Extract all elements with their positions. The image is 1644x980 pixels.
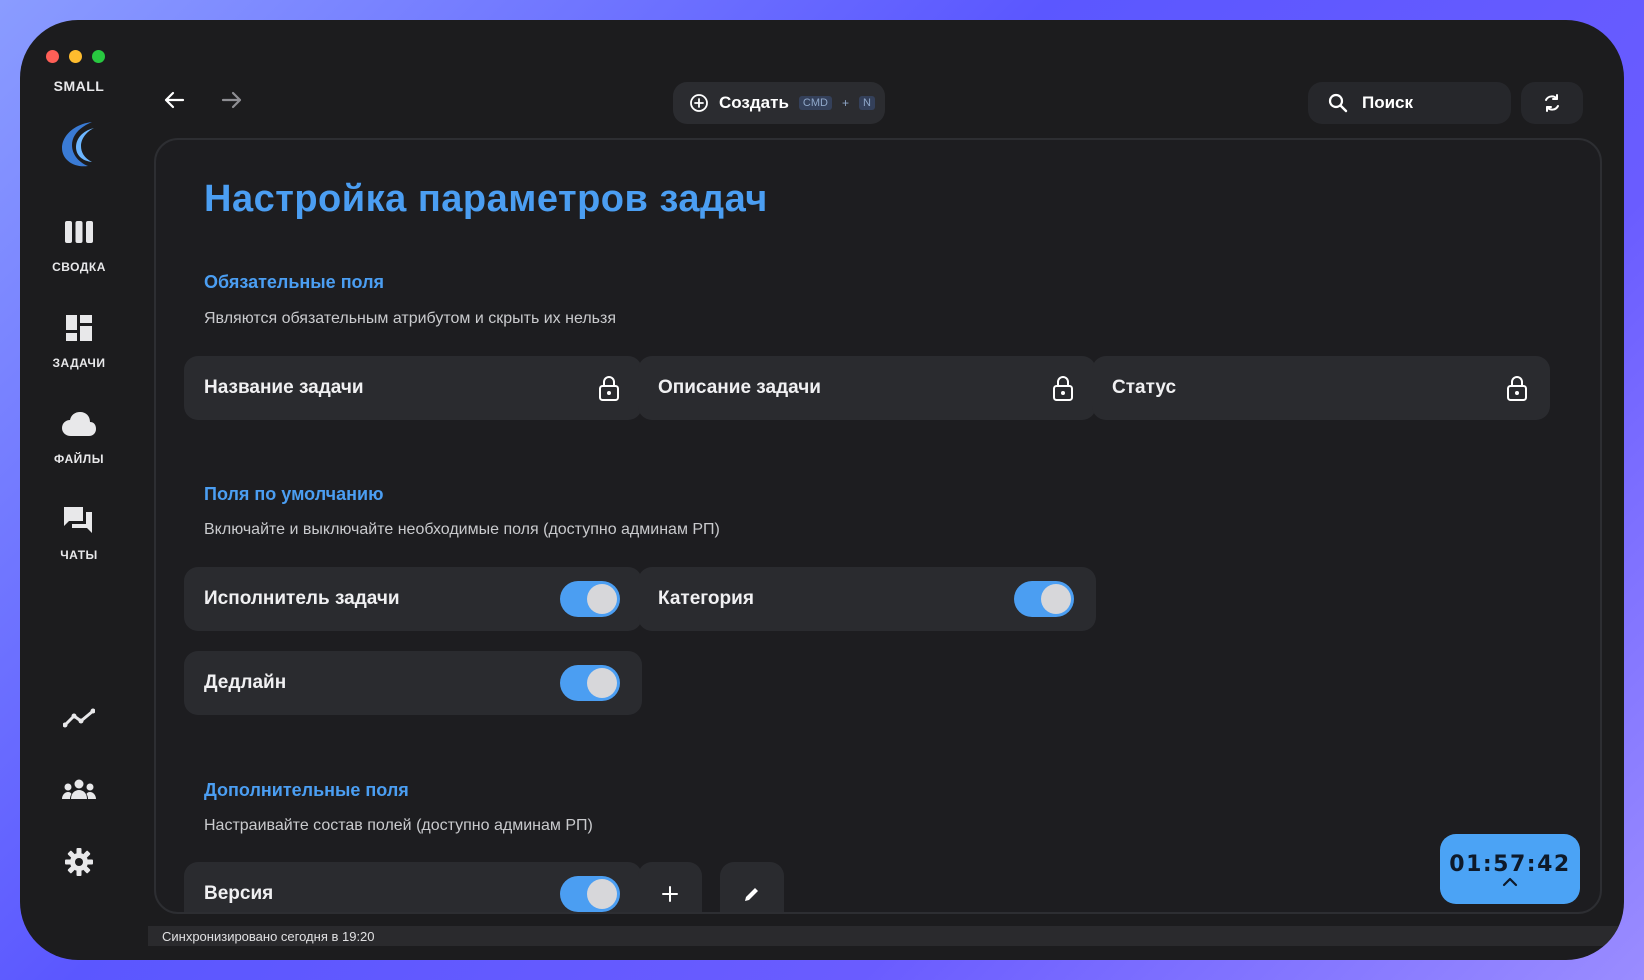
shortcut-cmd: CMD bbox=[798, 96, 832, 110]
arrow-left-icon bbox=[164, 91, 185, 109]
forward-button[interactable] bbox=[218, 86, 246, 114]
create-label: Создать bbox=[719, 93, 789, 112]
lock-icon bbox=[1507, 376, 1527, 401]
cloud-icon bbox=[20, 406, 138, 442]
status-bar: Синхронизировано сегодня в 19:20 bbox=[148, 926, 1624, 946]
required-field-card: Статус bbox=[1092, 356, 1550, 420]
sidebar-item-tasks[interactable]: ЗАДАЧИ bbox=[20, 310, 138, 370]
field-label: Название задачи bbox=[204, 377, 364, 398]
field-label: Описание задачи bbox=[658, 377, 821, 398]
field-toggle[interactable] bbox=[560, 581, 620, 617]
default-fields-title: Поля по умолчанию bbox=[204, 484, 384, 504]
extra-field-card: Версия bbox=[184, 862, 642, 912]
lock-icon bbox=[1053, 376, 1073, 401]
required-fields-title: Обязательные поля bbox=[204, 272, 385, 292]
required-field-card: Описание задачи bbox=[638, 356, 1096, 420]
lock-icon bbox=[599, 376, 619, 401]
plus-icon bbox=[662, 886, 678, 902]
plus-circle-icon bbox=[690, 94, 708, 112]
sidebar-item-label: СВОДКА bbox=[52, 260, 106, 274]
default-field-card: Категория bbox=[638, 567, 1096, 631]
required-fields-description: Являются обязательным атрибутом и скрыть… bbox=[204, 310, 616, 327]
app-logo[interactable] bbox=[56, 118, 104, 170]
pencil-icon bbox=[745, 888, 758, 901]
sidebar-item-label: ЗАДАЧИ bbox=[52, 356, 106, 370]
required-field-card: Название задачи bbox=[184, 356, 642, 420]
back-button[interactable] bbox=[160, 86, 188, 114]
field-label: Версия bbox=[204, 883, 274, 904]
shortcut-plus: + bbox=[841, 96, 849, 110]
field-label: Статус bbox=[1112, 377, 1177, 398]
search-button[interactable]: Поиск bbox=[1308, 82, 1511, 124]
edit-fields-button[interactable] bbox=[720, 862, 784, 912]
summary-icon bbox=[20, 214, 138, 250]
sync-status-text: Синхронизировано сегодня в 19:20 bbox=[162, 928, 375, 944]
brand-label: SMALL bbox=[53, 78, 105, 94]
page-title: Настройка параметров задач bbox=[204, 178, 768, 220]
settings-panel: Настройка параметров задач Обязательные … bbox=[154, 138, 1602, 914]
field-label: Дедлайн bbox=[204, 672, 287, 693]
field-toggle[interactable] bbox=[560, 665, 620, 701]
time-tracker-widget[interactable]: 01:57:42 bbox=[1440, 834, 1580, 904]
arrow-right-icon bbox=[221, 91, 242, 109]
sidebar-item-label: ФАЙЛЫ bbox=[54, 452, 104, 466]
tasks-icon bbox=[20, 310, 138, 346]
create-button[interactable]: Создать CMD + N bbox=[673, 82, 885, 124]
refresh-icon bbox=[1545, 94, 1559, 112]
default-fields-description: Включайте и выключайте необходимые поля … bbox=[204, 521, 720, 538]
search-icon bbox=[1328, 93, 1348, 113]
chat-icon bbox=[20, 502, 138, 538]
field-label: Категория bbox=[658, 588, 754, 609]
add-field-button[interactable] bbox=[638, 862, 702, 912]
search-label: Поиск bbox=[1362, 93, 1414, 112]
sync-button[interactable] bbox=[1521, 82, 1583, 124]
shortcut-n: N bbox=[859, 96, 875, 110]
settings-icon[interactable] bbox=[61, 844, 97, 880]
sidebar: SMALL СВОДКА ЗАДАЧИ ФАЙЛЫ ЧАТЫ bbox=[20, 20, 138, 960]
analytics-icon[interactable] bbox=[61, 700, 97, 736]
timer-value: 01:57:42 bbox=[1449, 851, 1571, 877]
field-toggle[interactable] bbox=[1014, 581, 1074, 617]
field-label: Исполнитель задачи bbox=[204, 588, 400, 609]
sidebar-item-summary[interactable]: СВОДКА bbox=[20, 214, 138, 274]
team-icon[interactable] bbox=[61, 772, 97, 808]
field-toggle[interactable] bbox=[560, 876, 620, 912]
default-field-card: Исполнитель задачи bbox=[184, 567, 642, 631]
sidebar-item-files[interactable]: ФАЙЛЫ bbox=[20, 406, 138, 466]
extra-fields-title: Дополнительные поля bbox=[204, 780, 409, 800]
chevron-up-icon bbox=[1502, 877, 1518, 886]
app-window: SMALL СВОДКА ЗАДАЧИ ФАЙЛЫ ЧАТЫ Создать C… bbox=[20, 20, 1624, 960]
default-field-card: Дедлайн bbox=[184, 651, 642, 715]
extra-fields-description: Настраивайте состав полей (доступно адми… bbox=[204, 817, 593, 834]
sidebar-item-label: ЧАТЫ bbox=[60, 548, 98, 562]
sidebar-item-chats[interactable]: ЧАТЫ bbox=[20, 502, 138, 562]
